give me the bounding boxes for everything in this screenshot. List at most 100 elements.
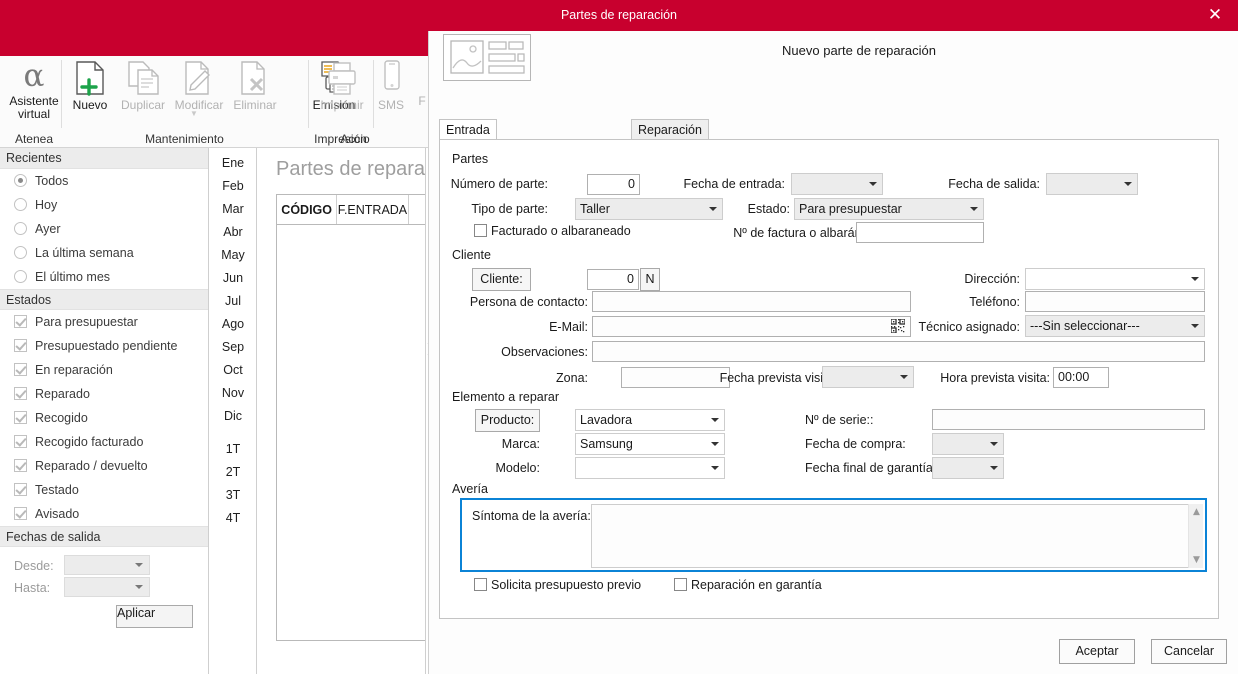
check-presupuestado-pendiente[interactable]: Presupuestado pendiente <box>0 334 208 358</box>
grid-column-fentrada[interactable]: F.ENTRADA <box>337 195 409 224</box>
sintoma-de-la-averia-textarea[interactable] <box>591 504 1202 568</box>
ribbon-item-duplicar[interactable]: Duplicar <box>116 59 170 112</box>
list-area: Partes de reparaci CÓDIGO F.ENTRADA <box>258 148 439 674</box>
numero-de-parte-input[interactable]: 0 <box>587 174 640 195</box>
month-item-feb[interactable]: Feb <box>210 175 256 198</box>
ribbon-item-imprimir[interactable]: Imprimir <box>313 59 371 112</box>
form-layout-icon <box>443 34 531 81</box>
dialog-title: Nuevo parte de reparación <box>782 43 936 58</box>
telefono-input[interactable] <box>1025 291 1205 312</box>
check-reparado[interactable]: Reparado <box>0 382 208 406</box>
label-numero-factura-albaran: Nº de factura o albarán: <box>733 226 865 240</box>
scroll-down-icon[interactable]: ▼ <box>1189 552 1204 568</box>
check-para-presupuestar[interactable]: Para presupuestar <box>0 310 208 334</box>
ribbon-item-label: Asistente virtual <box>9 94 59 121</box>
numero-factura-albaran-input[interactable] <box>856 222 984 243</box>
month-item-ene[interactable]: Ene <box>210 152 256 175</box>
checkbox-icon <box>14 507 27 520</box>
producto-select[interactable]: Lavadora <box>575 409 725 431</box>
direccion-select[interactable] <box>1025 268 1205 290</box>
month-item-ago[interactable]: Ago <box>210 313 256 336</box>
checkbox-icon <box>14 411 27 424</box>
fecha-final-de-garantia-date-picker[interactable] <box>932 457 1004 479</box>
chevron-down-icon <box>990 466 998 470</box>
month-item-abr[interactable]: Abr <box>210 221 256 244</box>
checkbox-icon <box>14 363 27 376</box>
month-item-jun[interactable]: Jun <box>210 267 256 290</box>
solicita-presupuesto-previo-checkbox[interactable]: Solicita presupuesto previo <box>474 578 641 593</box>
ribbon-item-sms[interactable]: SMS <box>371 59 411 112</box>
cancel-button[interactable]: Cancelar <box>1151 639 1227 664</box>
hasta-date-picker[interactable] <box>64 577 150 597</box>
label-direccion: Dirección: <box>964 272 1020 286</box>
numero-de-serie-input[interactable] <box>932 409 1205 430</box>
cliente-lookup-button[interactable]: Cliente: <box>472 268 531 291</box>
label-modelo: Modelo: <box>495 461 540 475</box>
chevron-down-icon[interactable]: ▼ <box>190 109 198 118</box>
close-icon[interactable]: ✕ <box>1192 0 1238 31</box>
persona-de-contacto-input[interactable] <box>592 291 911 312</box>
modelo-select[interactable] <box>575 457 725 479</box>
observaciones-input[interactable] <box>592 341 1205 362</box>
ribbon-item-asistente-virtual[interactable]: α Asistente virtual <box>0 59 68 121</box>
check-avisado[interactable]: Avisado <box>0 502 208 526</box>
check-label: Reparado <box>35 387 90 401</box>
radio-todos[interactable]: Todos <box>0 169 208 193</box>
check-label: Para presupuestar <box>35 315 138 329</box>
label-zona: Zona: <box>556 371 588 385</box>
month-item-dic[interactable]: Dic <box>210 405 256 428</box>
radio-hoy[interactable]: Hoy <box>0 193 208 217</box>
producto-lookup-button[interactable]: Producto: <box>475 409 540 432</box>
label-sintoma-de-la-averia: Síntoma de la avería: <box>472 509 591 523</box>
tab-entrada-de-parte[interactable]: Entrada de parte / Aviso de avería <box>439 119 497 237</box>
accept-button[interactable]: Aceptar <box>1059 639 1135 664</box>
ribbon-item-nuevo[interactable]: Nuevo <box>64 59 116 112</box>
estado-select[interactable]: Para presupuestar <box>794 198 984 220</box>
ribbon-item-eliminar[interactable]: Eliminar <box>228 59 282 112</box>
reparacion-en-garantia-checkbox[interactable]: Reparación en garantía <box>674 578 822 593</box>
ribbon-item-modificar[interactable]: Modificar ▼ <box>170 59 228 118</box>
cliente-codigo-input[interactable]: 0 <box>587 269 639 290</box>
month-item-nov[interactable]: Nov <box>210 382 256 405</box>
month-item-jul[interactable]: Jul <box>210 290 256 313</box>
fecha-prevista-visita-date-picker[interactable] <box>822 366 914 388</box>
chevron-down-icon <box>1191 324 1199 328</box>
fecha-de-entrada-date-picker[interactable] <box>791 173 883 195</box>
apply-filters-button[interactable]: Aplicar <box>116 605 193 628</box>
marca-select[interactable]: Samsung <box>575 433 725 455</box>
month-item-mar[interactable]: Mar <box>210 198 256 221</box>
grid-column-codigo[interactable]: CÓDIGO <box>277 195 338 224</box>
month-item-sep[interactable]: Sep <box>210 336 256 359</box>
fecha-de-salida-date-picker[interactable] <box>1046 173 1138 195</box>
tab-reparacion[interactable]: Reparación <box>631 119 709 140</box>
email-input[interactable] <box>592 316 911 337</box>
hora-prevista-visita-input[interactable]: 00:00 <box>1053 367 1109 388</box>
records-grid[interactable]: CÓDIGO F.ENTRADA <box>276 194 436 641</box>
check-en-reparacion[interactable]: En reparación <box>0 358 208 382</box>
textarea-scrollbar[interactable]: ▲ ▼ <box>1188 504 1203 568</box>
cliente-nuevo-button[interactable]: N <box>640 268 660 291</box>
select-value: Taller <box>580 202 610 216</box>
check-testado[interactable]: Testado <box>0 478 208 502</box>
check-reparado-devuelto[interactable]: Reparado / devuelto <box>0 454 208 478</box>
tecnico-asignado-select[interactable]: ---Sin seleccionar--- <box>1025 315 1205 337</box>
quarter-item-2t[interactable]: 2T <box>210 461 256 484</box>
desde-date-picker[interactable] <box>64 555 150 575</box>
tipo-de-parte-select[interactable]: Taller <box>575 198 723 220</box>
quarter-item-3t[interactable]: 3T <box>210 484 256 507</box>
month-item-oct[interactable]: Oct <box>210 359 256 382</box>
fecha-de-compra-date-picker[interactable] <box>932 433 1004 455</box>
radio-ultimo-mes[interactable]: El último mes <box>0 265 208 289</box>
ribbon-group-mantenimiento: Nuevo Duplicar Modificar ▼ Eliminar Mant… <box>62 56 307 148</box>
month-item-may[interactable]: May <box>210 244 256 267</box>
scroll-up-icon[interactable]: ▲ <box>1189 504 1204 520</box>
radio-icon <box>14 222 27 235</box>
radio-ayer[interactable]: Ayer <box>0 217 208 241</box>
quarter-item-1t[interactable]: 1T <box>210 438 256 461</box>
quarter-item-4t[interactable]: 4T <box>210 507 256 530</box>
check-recogido[interactable]: Recogido <box>0 406 208 430</box>
chevron-down-icon <box>869 182 877 186</box>
check-recogido-facturado[interactable]: Recogido facturado <box>0 430 208 454</box>
label-fecha-de-entrada: Fecha de entrada: <box>683 177 785 191</box>
radio-ultima-semana[interactable]: La última semana <box>0 241 208 265</box>
